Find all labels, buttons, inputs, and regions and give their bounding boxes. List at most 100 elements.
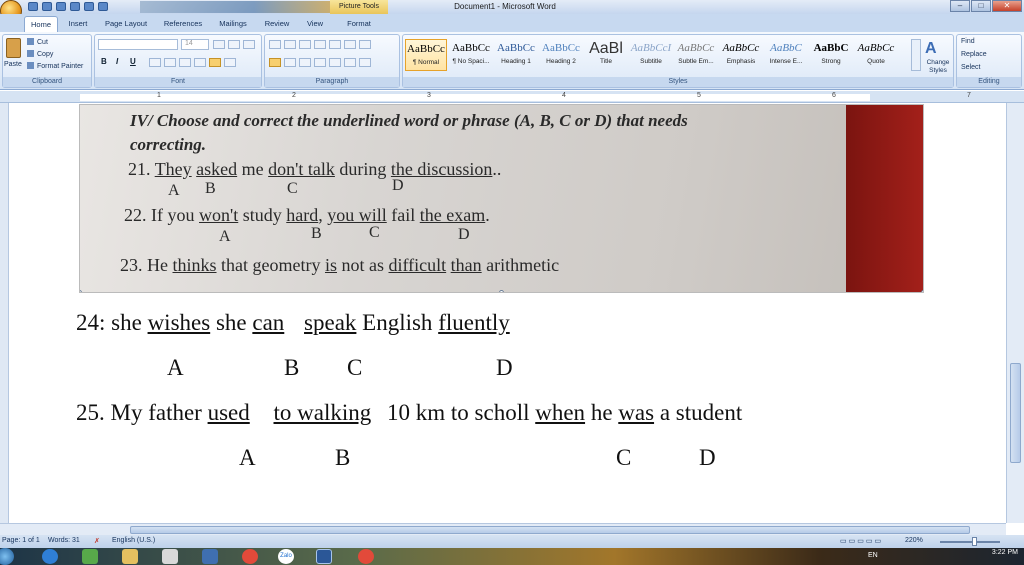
cut-button[interactable]: Cut <box>27 38 48 46</box>
minimize-button[interactable]: – <box>950 0 970 12</box>
style-no-spacing[interactable]: AaBbCc ¶ No Spaci... <box>450 39 492 71</box>
styles-scroll-button[interactable] <box>911 39 921 71</box>
style-subtitle[interactable]: AaBbCcI Subtitle <box>630 39 672 71</box>
shrink-font-icon[interactable] <box>228 40 240 49</box>
show-marks-icon[interactable] <box>359 40 371 49</box>
horizontal-scroll-thumb[interactable] <box>130 526 970 534</box>
decrease-indent-icon[interactable] <box>314 40 326 49</box>
font-name-box[interactable] <box>98 39 178 50</box>
line-spacing-icon[interactable] <box>329 58 341 67</box>
tab-review[interactable]: Review <box>258 16 296 32</box>
style-subtle-emphasis[interactable]: AaBbCc Subtle Em... <box>675 39 717 71</box>
ruler-number: 2 <box>292 92 296 99</box>
change-case-icon[interactable] <box>194 58 206 67</box>
tab-references[interactable]: References <box>158 16 208 32</box>
style-intense-emphasis[interactable]: AaBbC Intense E... <box>765 39 807 71</box>
underline-button[interactable]: U <box>130 57 136 66</box>
undo-icon[interactable] <box>84 2 94 11</box>
font-color-icon[interactable] <box>224 58 236 67</box>
style-strong[interactable]: AaBbC Strong <box>810 39 852 71</box>
strikethrough-icon[interactable] <box>149 58 161 67</box>
paste-button[interactable]: Paste <box>4 61 22 68</box>
italic-button[interactable]: I <box>116 57 118 66</box>
style-normal[interactable]: AaBbCc ¶ Normal <box>405 39 447 71</box>
app-icon[interactable] <box>82 549 98 564</box>
superscript-icon[interactable] <box>179 58 191 67</box>
clear-format-icon[interactable] <box>243 40 255 49</box>
word-count[interactable]: Words: 31 <box>48 537 80 544</box>
tab-page-layout[interactable]: Page Layout <box>100 16 152 32</box>
subscript-icon[interactable] <box>164 58 176 67</box>
tab-home[interactable]: Home <box>24 16 58 32</box>
page-count[interactable]: Page: 1 of 1 <box>2 537 40 544</box>
tab-mailings[interactable]: Mailings <box>212 16 254 32</box>
internet-explorer-icon[interactable] <box>42 549 58 564</box>
system-clock[interactable]: 3:22 PM <box>992 549 1018 556</box>
paste-icon[interactable] <box>6 38 21 58</box>
chrome-icon[interactable] <box>242 549 258 564</box>
replace-button[interactable]: Replace <box>961 51 987 58</box>
zoom-slider[interactable] <box>940 541 1000 543</box>
tab-insert[interactable]: Insert <box>62 16 94 32</box>
style-heading-1[interactable]: AaBbCc Heading 1 <box>495 39 537 71</box>
horizontal-scrollbar[interactable] <box>0 523 1006 535</box>
resize-handle[interactable] <box>921 290 923 292</box>
sort-icon[interactable] <box>344 40 356 49</box>
start-button[interactable] <box>0 548 14 565</box>
photo-q21-letter-d: D <box>392 177 404 194</box>
tab-format[interactable]: Format <box>340 16 378 32</box>
picture-tools-label: Picture Tools <box>330 0 388 14</box>
style-quote[interactable]: AaBbCc Quote <box>855 39 897 71</box>
style-emphasis[interactable]: AaBbCc Emphasis <box>720 39 762 71</box>
tab-view[interactable]: View <box>300 16 330 32</box>
style-title[interactable]: AaBl Title <box>585 39 627 71</box>
find-button[interactable]: Find <box>961 38 975 45</box>
align-left-icon[interactable] <box>269 58 281 67</box>
inserted-picture[interactable]: IV/ Choose and correct the underlined wo… <box>79 104 924 293</box>
vertical-scroll-thumb[interactable] <box>1010 363 1021 463</box>
align-right-icon[interactable] <box>299 58 311 67</box>
chrome-icon[interactable] <box>358 549 374 564</box>
multilevel-list-icon[interactable] <box>299 40 311 49</box>
new-doc-icon[interactable] <box>56 2 66 11</box>
input-language[interactable]: EN <box>868 552 878 559</box>
zalo-icon[interactable]: Zalo <box>278 549 294 564</box>
bold-button[interactable]: B <box>101 57 107 66</box>
vertical-scrollbar[interactable] <box>1006 103 1024 523</box>
format-painter-button[interactable]: Format Painter <box>27 62 83 70</box>
save-icon[interactable] <box>28 2 38 11</box>
proofing-icon[interactable]: ✗ <box>94 537 100 545</box>
word-icon[interactable] <box>316 549 332 564</box>
maximize-button[interactable]: □ <box>971 0 991 12</box>
copy-button[interactable]: Copy <box>27 50 53 58</box>
change-styles-button[interactable]: Change Styles <box>922 59 954 75</box>
justify-icon[interactable] <box>314 58 326 67</box>
resize-handle[interactable] <box>499 290 504 292</box>
align-center-icon[interactable] <box>284 58 296 67</box>
increase-indent-icon[interactable] <box>329 40 341 49</box>
style-heading-2[interactable]: AaBbCc Heading 2 <box>540 39 582 71</box>
app-icon[interactable] <box>202 549 218 564</box>
close-button[interactable]: ✕ <box>992 0 1022 12</box>
folder-icon[interactable] <box>42 2 52 11</box>
zoom-level[interactable]: 220% <box>905 537 923 544</box>
grow-font-icon[interactable] <box>213 40 225 49</box>
change-styles-icon[interactable]: A <box>925 40 937 58</box>
shading-icon[interactable] <box>344 58 356 67</box>
ruler-number: 7 <box>967 92 971 99</box>
media-player-icon[interactable] <box>162 549 178 564</box>
numbering-icon[interactable] <box>284 40 296 49</box>
language-indicator[interactable]: English (U.S.) <box>112 537 155 544</box>
highlight-icon[interactable] <box>209 58 221 67</box>
resize-handle[interactable] <box>80 290 82 292</box>
zoom-slider-knob[interactable] <box>972 537 977 546</box>
print-icon[interactable] <box>70 2 80 11</box>
font-size-box[interactable]: 14 <box>181 39 209 50</box>
horizontal-ruler[interactable]: 1 2 3 4 5 6 7 <box>0 91 1024 103</box>
folder-icon[interactable] <box>122 549 138 564</box>
redo-icon[interactable] <box>98 2 108 11</box>
select-button[interactable]: Select <box>961 64 980 71</box>
bullets-icon[interactable] <box>269 40 281 49</box>
view-buttons[interactable]: ▭▭▭▭▭ <box>840 537 883 545</box>
borders-icon[interactable] <box>359 58 371 67</box>
